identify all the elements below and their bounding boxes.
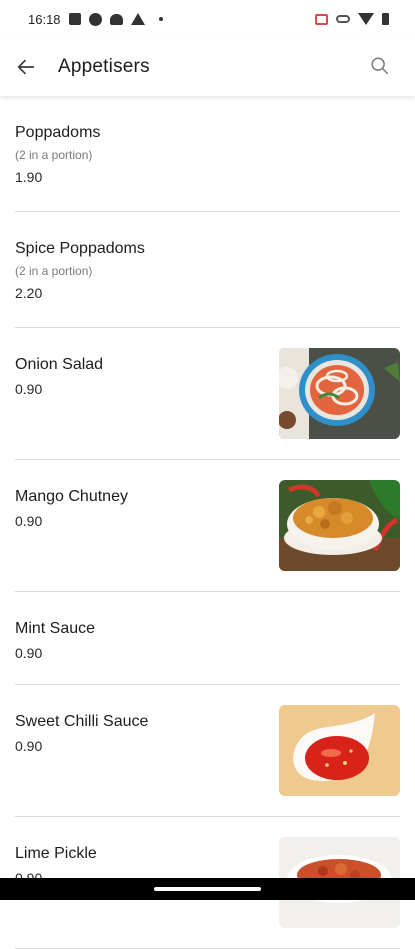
- search-button[interactable]: [369, 55, 393, 79]
- menu-item-text: Mint Sauce 0.90: [15, 619, 95, 662]
- item-price: 0.90: [15, 513, 43, 529]
- item-note: (2 in a portion): [15, 148, 93, 162]
- home-gesture-handle[interactable]: [154, 887, 261, 891]
- menu-item-text: Mango Chutney 0.90: [15, 487, 128, 530]
- app-bar: Appetisers: [0, 38, 415, 96]
- menu-item-mango-chutney[interactable]: Mango Chutney 0.90: [15, 460, 400, 592]
- arrow-left-icon: [17, 59, 35, 75]
- item-price: 0.90: [15, 645, 43, 661]
- mango-chutney-image: [279, 480, 400, 571]
- item-name: Sweet Chilli Sauce: [15, 713, 149, 730]
- status-right: [315, 13, 389, 25]
- item-name: Poppadoms: [15, 124, 101, 141]
- menu-item-onion-salad[interactable]: Onion Salad 0.90: [15, 328, 400, 460]
- link-icon: [336, 15, 350, 23]
- menu-item-text: Spice Poppadoms (2 in a portion) 2.20: [15, 239, 145, 302]
- menu-item-text: Poppadoms (2 in a portion) 1.90: [15, 123, 100, 186]
- item-name: Mint Sauce: [15, 620, 96, 637]
- status-time: 16:18: [28, 11, 61, 27]
- cast-icon: [315, 13, 328, 25]
- item-price: 1.90: [15, 169, 43, 185]
- menu-item-text: Sweet Chilli Sauce 0.90: [15, 712, 148, 755]
- back-button[interactable]: [14, 55, 38, 79]
- search-icon: [371, 57, 389, 75]
- item-name: Lime Pickle: [15, 845, 97, 862]
- menu-item-text: Onion Salad 0.90: [15, 355, 103, 398]
- item-price: 2.20: [15, 285, 43, 301]
- menu-item-mint-sauce[interactable]: Mint Sauce 0.90: [15, 592, 400, 685]
- more-notifications-dot-icon: [158, 17, 163, 21]
- battery-icon: [382, 13, 389, 25]
- menu-item-sweet-chilli-sauce[interactable]: Sweet Chilli Sauce 0.90: [15, 685, 400, 817]
- item-name: Mango Chutney: [15, 488, 128, 505]
- status-left: 16:18: [28, 12, 163, 27]
- item-name: Onion Salad: [15, 356, 104, 373]
- item-price: 0.90: [15, 738, 43, 754]
- item-note: (2 in a portion): [15, 264, 93, 278]
- warning-notification-icon: [130, 13, 145, 25]
- gallery-notification-icon: [68, 13, 81, 25]
- item-price: 0.90: [15, 381, 43, 397]
- status-bar: 16:18: [0, 0, 415, 38]
- item-name: Spice Poppadoms: [15, 240, 145, 257]
- menu-list: Poppadoms (2 in a portion) 1.90 Spice Po…: [0, 96, 415, 949]
- wifi-icon: [358, 13, 374, 25]
- menu-item-spice-poppadoms[interactable]: Spice Poppadoms (2 in a portion) 2.20: [15, 212, 400, 328]
- android-notification-icon: [109, 13, 123, 25]
- menu-item-poppadoms[interactable]: Poppadoms (2 in a portion) 1.90: [15, 96, 400, 212]
- navigation-bar: [0, 878, 415, 900]
- page-title: Appetisers: [58, 56, 150, 77]
- onion-salad-image: [279, 348, 400, 439]
- play-notification-icon: [88, 12, 102, 26]
- sweet-chilli-sauce-image: [279, 705, 400, 796]
